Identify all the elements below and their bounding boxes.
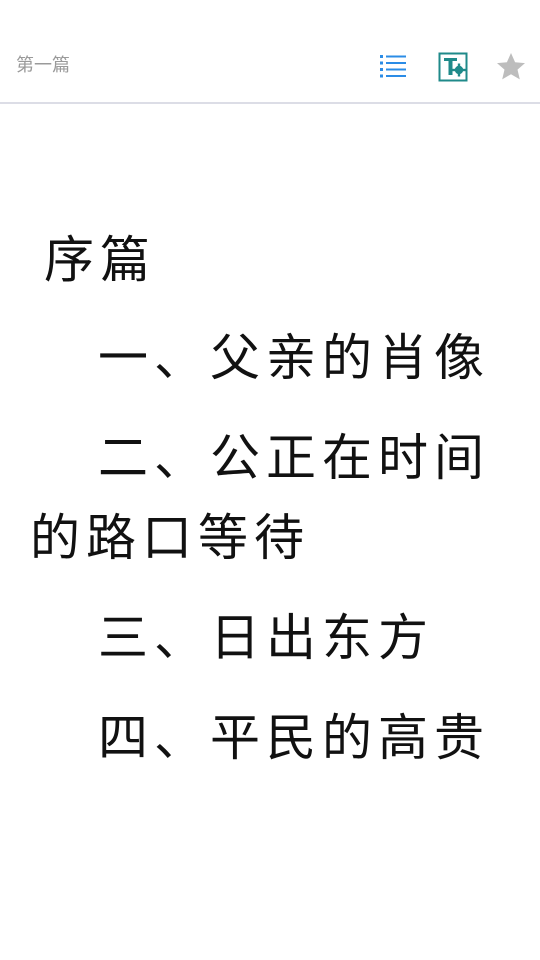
text-line-chapter-2: 二、公正在时间 (98, 429, 490, 487)
favorite-button[interactable] (493, 49, 529, 85)
reader-screen: 第一篇 序篇 一、父亲的肖像 二、公正在时间 的路口等待 三、日出东方 四、平民… (0, 0, 540, 960)
top-toolbar: 第一篇 (0, 0, 540, 104)
list-icon (380, 55, 406, 78)
text-format-icon (438, 52, 468, 82)
text-line-chapter-3: 三、日出东方 (98, 609, 434, 667)
text-line-chapter-1: 一、父亲的肖像 (98, 329, 490, 387)
text-line-preface: 序篇 (44, 231, 156, 289)
reading-content: 序篇 一、父亲的肖像 二、公正在时间 的路口等待 三、日出东方 四、平民的高贵 (0, 106, 540, 960)
table-of-contents-button[interactable] (375, 49, 411, 85)
chapter-title: 第一篇 (16, 55, 70, 76)
text-line-chapter-4: 四、平民的高贵 (98, 709, 490, 767)
star-icon (497, 53, 525, 80)
text-line-chapter-2-cont: 的路口等待 (30, 509, 310, 567)
text-settings-button[interactable] (435, 49, 471, 85)
